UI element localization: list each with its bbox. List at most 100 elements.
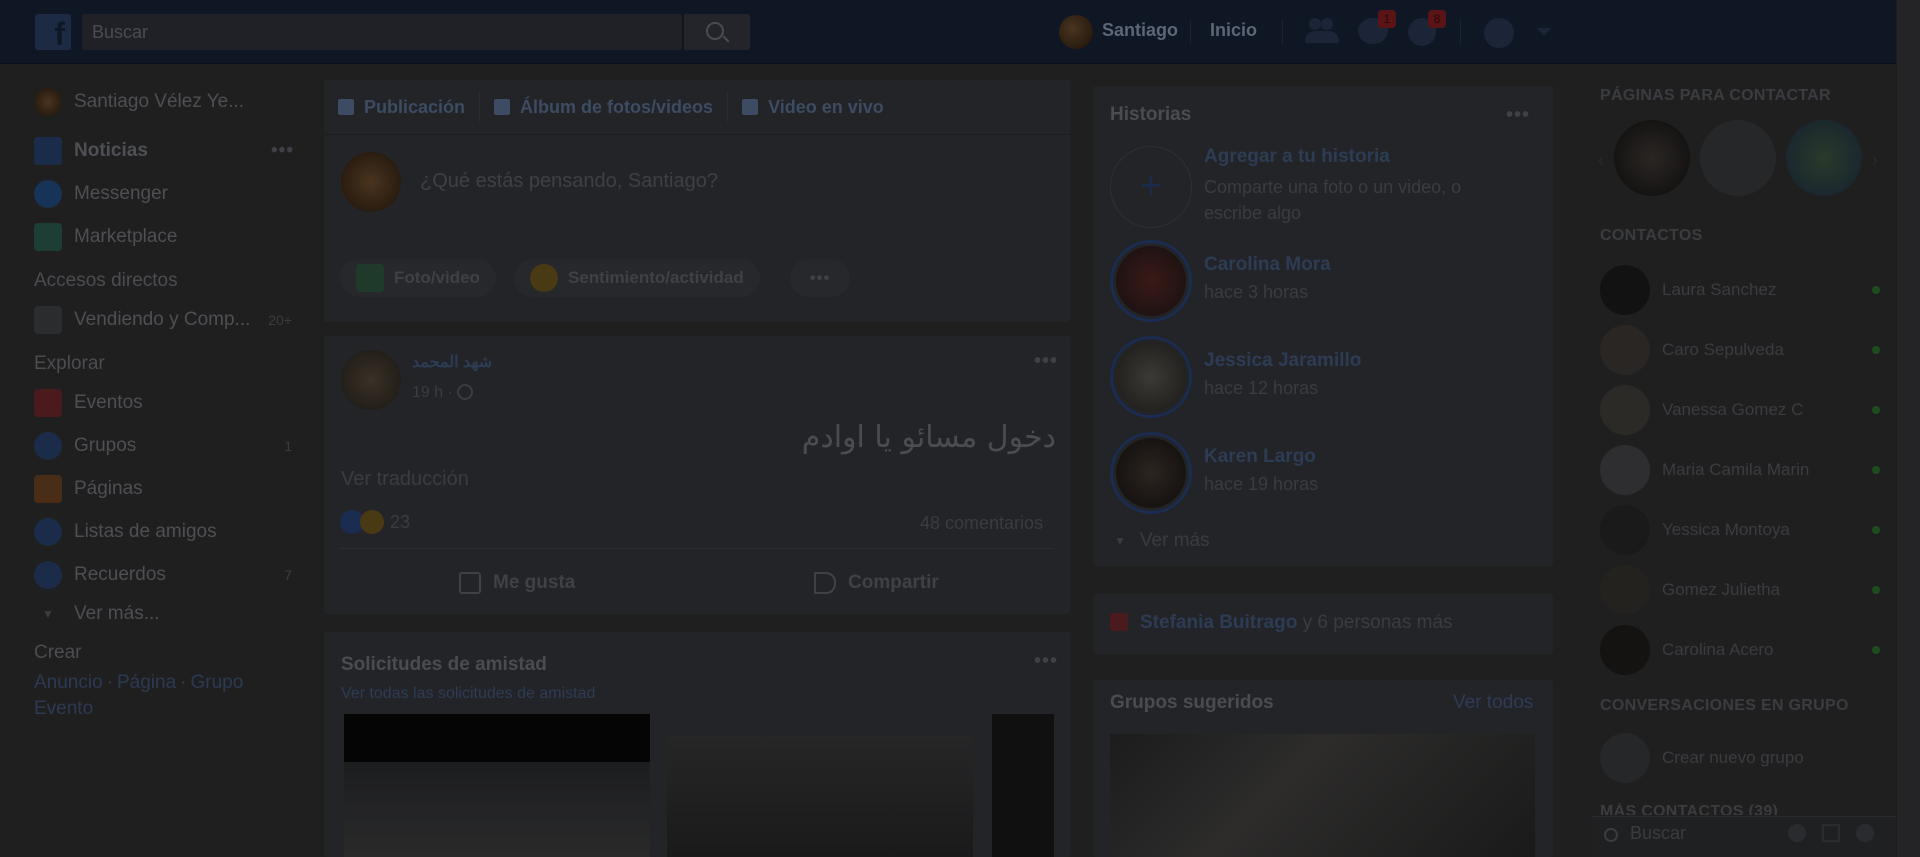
sidebar-item-messenger[interactable]: Messenger <box>34 172 300 215</box>
contact-name: Laura Sanchez <box>1662 280 1777 299</box>
avatar <box>1600 505 1650 555</box>
avatar[interactable] <box>341 350 401 410</box>
feeling-activity-button[interactable]: Sentimiento/actividad <box>514 259 760 297</box>
clock-icon <box>34 560 62 589</box>
sidebar-item-pages[interactable]: Páginas <box>34 467 300 510</box>
contact-item[interactable]: Carolina Acero <box>1600 625 1880 675</box>
create-ad-link[interactable]: Anuncio <box>34 672 103 693</box>
search-input[interactable]: Buscar <box>82 14 682 50</box>
sidebar-item-label: Noticias <box>74 139 148 161</box>
story-time: hace 3 horas <box>1204 282 1309 302</box>
see-more-stories-link[interactable]: ▼ Ver más <box>1114 530 1210 552</box>
count-badge: 7 <box>284 566 292 583</box>
contact-item[interactable]: Yessica Montoya <box>1600 505 1880 555</box>
album-icon <box>494 99 511 115</box>
tab-photo-album[interactable]: Álbum de fotos/videos <box>480 92 729 122</box>
home-link[interactable]: Inicio <box>1210 20 1257 41</box>
thumbs-up-icon <box>459 572 481 594</box>
more-options-icon[interactable]: ••• <box>271 140 294 162</box>
smiley-icon <box>530 264 558 292</box>
see-all-requests-link[interactable]: Ver todas las solicitudes de amistad <box>341 685 595 703</box>
search-button[interactable] <box>684 14 750 50</box>
friend-request-photo[interactable] <box>667 736 973 857</box>
group-cover-photo[interactable] <box>1110 734 1535 857</box>
profile-link[interactable]: Santiago <box>1102 20 1178 41</box>
gear-icon[interactable] <box>1788 824 1806 842</box>
page-avatar[interactable] <box>1786 120 1862 196</box>
contact-item[interactable]: Vanessa Gomez C <box>1600 385 1880 435</box>
sidebar-item-news-feed[interactable]: Noticias ••• <box>34 129 300 172</box>
sidebar-item-label: Eventos <box>74 391 143 413</box>
divider <box>1190 20 1191 44</box>
post-author[interactable]: شهد المحمد <box>412 352 492 372</box>
composer-input[interactable]: ¿Qué estás pensando, Santiago? <box>420 170 718 193</box>
create-new-group-button[interactable]: Crear nuevo grupo <box>1600 733 1880 783</box>
messages-icon[interactable]: 1 <box>1358 10 1396 46</box>
tab-publication[interactable]: Publicación <box>338 92 481 122</box>
contact-item[interactable]: Laura Sanchez <box>1600 265 1880 315</box>
flag-icon <box>34 474 62 503</box>
contact-item[interactable]: Caro Sepulveda <box>1600 325 1880 375</box>
group-add-icon <box>1600 733 1650 783</box>
friend-request-photo[interactable] <box>992 714 1054 857</box>
stories-options-icon[interactable]: ••• <box>1506 104 1530 127</box>
see-more-link[interactable]: ▼ Ver más... <box>34 596 300 632</box>
story-ring <box>1110 336 1192 418</box>
sidebar-item-marketplace[interactable]: Marketplace <box>34 215 300 258</box>
account-menu-chevron-down-icon[interactable] <box>1537 28 1551 36</box>
chevron-left-icon[interactable]: ‹ <box>1598 150 1604 171</box>
chat-search-input[interactable]: Buscar <box>1630 823 1686 844</box>
notifications-icon[interactable]: 8 <box>1408 10 1446 46</box>
friend-requests-icon[interactable] <box>1305 16 1339 46</box>
left-sidebar: Santiago Vélez Ye... Noticias ••• Messen… <box>34 80 300 722</box>
story-item[interactable]: Carolina Mora hace 3 horas <box>1110 240 1331 322</box>
photo-video-button[interactable]: Foto/video <box>340 259 496 297</box>
create-page-link[interactable]: Página <box>117 672 176 693</box>
sidebar-item-memories[interactable]: Recuerdos 7 <box>34 553 300 596</box>
page-avatar[interactable] <box>1700 120 1776 196</box>
share-button[interactable]: Compartir <box>814 572 939 594</box>
chevron-right-icon[interactable]: › <box>1872 150 1878 171</box>
story-name: Carolina Mora <box>1204 254 1331 275</box>
compose-icon[interactable] <box>1822 824 1840 842</box>
sidebar-item-profile[interactable]: Santiago Vélez Ye... <box>34 80 300 123</box>
story-time: hace 19 horas <box>1204 474 1319 494</box>
scrollbar[interactable] <box>1896 0 1920 857</box>
reactions-summary[interactable]: 23 <box>340 510 410 534</box>
create-group-link[interactable]: Grupo <box>191 672 244 693</box>
create-event-link[interactable]: Evento <box>34 698 93 719</box>
friend-request-photo[interactable] <box>344 762 650 857</box>
sidebar-item-label: Messenger <box>74 182 168 204</box>
facebook-logo-icon[interactable]: f <box>35 14 71 52</box>
post-options-icon[interactable]: ••• <box>1034 350 1058 373</box>
share-arrow-icon <box>814 572 836 594</box>
avatar <box>34 87 62 116</box>
group-icon[interactable] <box>1856 824 1874 842</box>
add-story-button[interactable]: + Agregar a tu historia Comparte una fot… <box>1110 146 1504 228</box>
friend-requests-options-icon[interactable]: ••• <box>1034 650 1058 673</box>
birthdays-text[interactable]: Stefania Buitrago y 6 personas más <box>1140 612 1453 634</box>
comments-count[interactable]: 48 comentarios <box>920 513 1043 534</box>
story-item[interactable]: Karen Largo hace 19 horas <box>1110 432 1318 514</box>
contact-item[interactable]: Gomez Julietha <box>1600 565 1880 615</box>
more-options-button[interactable]: ••• <box>790 259 850 297</box>
like-button[interactable]: Me gusta <box>459 572 575 594</box>
search-icon <box>706 22 724 40</box>
see-translation-link[interactable]: Ver traducción <box>341 468 469 491</box>
haha-reaction-icon <box>360 510 384 534</box>
see-all-groups-link[interactable]: Ver todos <box>1453 692 1533 714</box>
story-item[interactable]: Jessica Jaramillo hace 12 horas <box>1110 336 1361 418</box>
help-icon[interactable] <box>1484 18 1514 48</box>
sidebar-item-groups[interactable]: Grupos 1 <box>34 424 300 467</box>
sidebar-item-shortcut[interactable]: Vendiendo y Comp... 20+ <box>34 298 300 341</box>
avatar <box>341 152 401 212</box>
divider <box>324 134 1070 135</box>
contact-item[interactable]: Maria Camila Marin <box>1600 445 1880 495</box>
sidebar-item-events[interactable]: Eventos <box>34 381 300 424</box>
tab-label: Video en vivo <box>768 96 884 117</box>
avatar[interactable] <box>1059 15 1093 49</box>
sidebar-item-friend-lists[interactable]: Listas de amigos <box>34 510 300 553</box>
suggested-groups-title: Grupos sugeridos <box>1110 692 1274 713</box>
page-avatar[interactable] <box>1614 120 1690 196</box>
tab-live-video[interactable]: Video en vivo <box>728 92 898 122</box>
